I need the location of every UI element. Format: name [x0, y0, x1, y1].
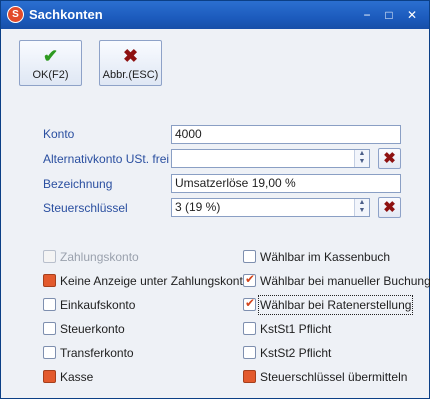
window-title: Sachkonten	[29, 7, 103, 22]
checkbox-box[interactable]	[243, 322, 256, 335]
checkbox-box[interactable]	[243, 272, 256, 287]
steuerschluessel-label: Steuerschlüssel	[43, 201, 128, 215]
bezeichnung-label: Bezeichnung	[43, 177, 113, 191]
cross-icon: ✖	[122, 46, 139, 66]
alternativkonto-label: Alternativkonto USt. frei	[43, 152, 170, 166]
konto-input[interactable]: 4000	[171, 125, 401, 144]
spin-arrows-icon[interactable]: ▲ ▼	[354, 199, 369, 216]
title-bar[interactable]: S Sachkonten − □ ✕	[1, 1, 429, 29]
cancel-button[interactable]: ✖ Abbr.(ESC)	[99, 40, 162, 86]
checkbox-box[interactable]	[43, 346, 56, 359]
maximize-icon[interactable]: □	[381, 7, 397, 23]
checkbox-label: Transferkonto	[60, 346, 134, 360]
minimize-icon[interactable]: −	[359, 7, 375, 23]
checkbox-label: Kasse	[60, 370, 94, 384]
ok-button[interactable]: ✔ OK(F2)	[19, 40, 82, 86]
checkbox-box[interactable]	[243, 346, 256, 359]
checkbox-label: Keine Anzeige unter Zahlungskonten	[60, 274, 257, 288]
checkbox-label: Steuerkonto	[60, 322, 125, 336]
checkbox-label: Zahlungskonto	[60, 250, 139, 264]
checkbox-box[interactable]	[243, 370, 256, 383]
red-x-icon: ✖	[383, 199, 396, 216]
spin-arrows-icon[interactable]: ▲ ▼	[354, 150, 369, 167]
steuerschluessel-select[interactable]: 3 (19 %) ▲ ▼	[171, 198, 370, 217]
checkbox-box[interactable]	[43, 370, 56, 383]
steuerschluessel-value: 3 (19 %)	[175, 200, 221, 214]
app-logo-icon: S	[7, 6, 24, 23]
checkbox-box[interactable]	[43, 250, 56, 263]
checkbox-box[interactable]	[43, 274, 56, 287]
cancel-button-label: Abbr.(ESC)	[102, 69, 159, 81]
ok-button-label: OK(F2)	[32, 69, 69, 81]
checkbox-box[interactable]	[243, 250, 256, 263]
checkbox-box[interactable]	[43, 322, 56, 335]
close-icon[interactable]: ✕	[404, 7, 420, 23]
checkbox-box[interactable]	[43, 298, 56, 311]
checkmark-icon: ✔	[42, 46, 59, 66]
checkbox-label: Einkaufskonto	[60, 298, 136, 312]
checkbox-label: KstSt1 Pflicht	[260, 322, 332, 336]
clear-alternativkonto-button[interactable]: ✖	[378, 148, 401, 169]
checkbox-label: Steuerschlüssel übermitteln	[260, 370, 408, 384]
bezeichnung-input[interactable]: Umsatzerlöse 19,00 %	[171, 174, 401, 193]
checkbox-box[interactable]	[243, 296, 256, 311]
checkbox-label: Wählbar im Kassenbuch	[260, 250, 391, 264]
red-x-icon: ✖	[383, 150, 396, 167]
checkbox-label: Wählbar bei manueller Buchung	[260, 274, 430, 288]
dialog-window: S Sachkonten − □ ✕ ✔ OK(F2) ✖ Abbr.(ESC)…	[0, 0, 430, 399]
checkbox-label: KstSt2 Pflicht	[260, 346, 332, 360]
clear-steuerschluessel-button[interactable]: ✖	[378, 197, 401, 218]
konto-label: Konto	[43, 127, 75, 141]
alternativkonto-select[interactable]: ▲ ▼	[171, 149, 370, 168]
checkbox-label: Wählbar bei Ratenerstellung	[257, 295, 414, 315]
